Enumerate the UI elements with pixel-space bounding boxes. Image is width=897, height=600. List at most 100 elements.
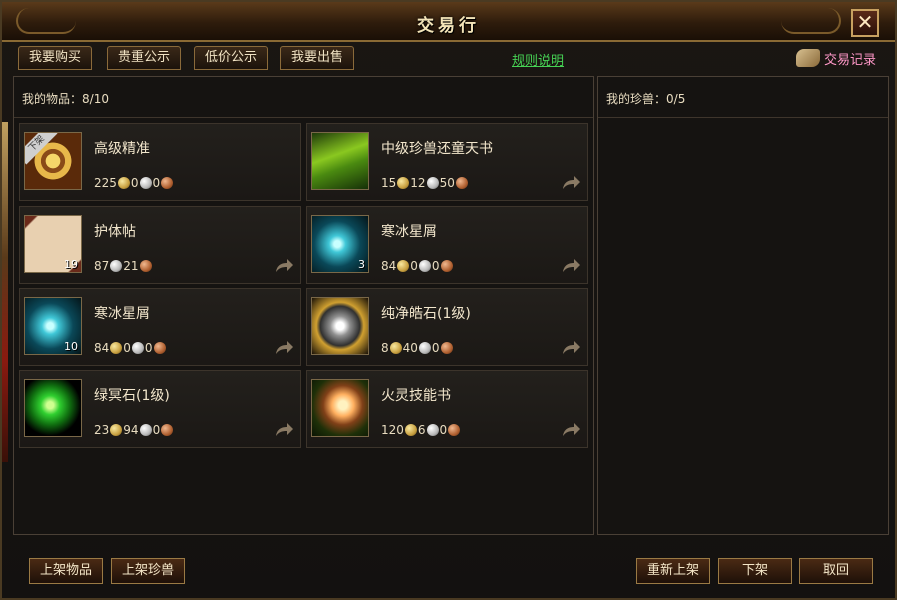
- gold-coin-icon: [389, 342, 402, 354]
- item-name: 寒冰星屑: [94, 306, 150, 322]
- gold-coin-icon: [117, 177, 130, 189]
- item-name: 寒冰星屑: [381, 224, 437, 240]
- side-decoration: [2, 122, 8, 462]
- gold-amount: 84: [381, 259, 397, 273]
- share-arrow-icon[interactable]: [274, 421, 294, 437]
- silver-amount: 0: [130, 176, 139, 190]
- item-card[interactable]: 中级珍兽还童天书 15 12 50: [306, 123, 588, 201]
- silver-coin-icon: [426, 177, 439, 189]
- silver-coin-icon: [418, 342, 431, 354]
- my-pets-count: 0/5: [666, 92, 686, 106]
- item-price: 8400: [381, 341, 454, 355]
- delist-button[interactable]: 下架: [718, 558, 792, 584]
- tab-low-price[interactable]: 低价公示: [194, 46, 269, 70]
- copper-amount: 0: [431, 341, 440, 355]
- item-stack-count: 3: [358, 258, 365, 271]
- trade-window: 交易行 ✕ 我要购买 贵重公示 低价公示 我要出售 规则说明 交易记录 我的物品…: [0, 0, 897, 600]
- tab-valuables[interactable]: 贵重公示: [107, 46, 182, 70]
- title-bar: 交易行 ✕: [2, 2, 895, 42]
- silver-coin-icon: [426, 424, 439, 436]
- trade-history-label: 交易记录: [824, 52, 877, 68]
- silver-coin-icon: [131, 342, 144, 354]
- my-items-label: 我的物品：: [22, 92, 83, 106]
- ice-shard-icon[interactable]: 3: [311, 215, 369, 273]
- gold-coin-icon: [110, 424, 123, 436]
- item-card[interactable]: 绿冥石(1级) 23 94 0: [19, 370, 301, 448]
- silver-coin-icon: [139, 177, 152, 189]
- silver-amount: 0: [410, 259, 418, 273]
- silver-amount: 12: [410, 176, 426, 190]
- item-stack-count: 10: [64, 340, 78, 353]
- item-card[interactable]: 3 寒冰星屑 84 0 0: [306, 206, 588, 284]
- item-price: 15 12 50: [381, 176, 469, 190]
- item-price: 225 0 0: [94, 176, 174, 190]
- retrieve-button[interactable]: 取回: [799, 558, 873, 584]
- item-name: 火灵技能书: [381, 388, 451, 404]
- item-stack-count: 19: [64, 258, 78, 271]
- tab-buy[interactable]: 我要购买: [18, 46, 93, 70]
- item-card[interactable]: 纯净皓石(1级) 8 40 0: [306, 288, 588, 366]
- share-arrow-icon[interactable]: [561, 339, 581, 355]
- tab-sell[interactable]: 我要出售: [280, 46, 355, 70]
- gold-coin-icon: [397, 260, 410, 272]
- item-card[interactable]: 10 寒冰星屑 84 0 0: [19, 288, 301, 366]
- relist-button[interactable]: 重新上架: [636, 558, 710, 584]
- silver-amount: 6: [417, 423, 426, 437]
- gold-coin-icon: [110, 342, 123, 354]
- my-pets-label: 我的珍兽：: [606, 92, 667, 106]
- rules-link[interactable]: 规则说明: [512, 50, 564, 69]
- copper-coin-icon: [455, 177, 468, 189]
- copper-coin-icon: [440, 342, 453, 354]
- ice-shard-icon[interactable]: 10: [24, 297, 82, 355]
- gold-amount: 225: [94, 176, 117, 190]
- green-gem-icon[interactable]: [24, 379, 82, 437]
- copper-amount: 0: [144, 341, 153, 355]
- my-pets-header: 我的珍兽：0/5: [598, 77, 888, 118]
- item-price: 8400: [94, 341, 167, 355]
- gold-coin-icon: [404, 424, 417, 436]
- share-arrow-icon[interactable]: [561, 421, 581, 437]
- gold-coin-icon: [397, 177, 410, 189]
- my-items-header: 我的物品：8/10: [14, 77, 593, 118]
- copper-coin-icon: [161, 177, 174, 189]
- compass-icon[interactable]: 下架: [24, 132, 82, 190]
- item-card[interactable]: 下架 高级精准 225 0 0: [19, 123, 301, 201]
- gold-amount: 15: [381, 176, 397, 190]
- silver-amount: 87: [94, 259, 110, 273]
- trade-history-button[interactable]: 交易记录: [796, 46, 876, 70]
- item-card[interactable]: 火灵技能书 120 6 0: [306, 370, 588, 448]
- share-arrow-icon[interactable]: [274, 257, 294, 273]
- scroll-book-icon[interactable]: [311, 132, 369, 190]
- item-price: 23 94 0: [94, 423, 174, 437]
- close-button[interactable]: ✕: [851, 9, 879, 37]
- share-arrow-icon[interactable]: [561, 257, 581, 273]
- share-arrow-icon[interactable]: [561, 174, 581, 190]
- parchment-icon[interactable]: 19: [24, 215, 82, 273]
- item-card[interactable]: 19 护体帖 87 21: [19, 206, 301, 284]
- list-item-button[interactable]: 上架物品: [29, 558, 103, 584]
- copper-coin-icon: [161, 424, 174, 436]
- gold-amount: 120: [381, 423, 404, 437]
- item-price: 84 00: [381, 259, 454, 273]
- window-title: 交易行: [417, 16, 480, 36]
- copper-amount: 50: [439, 176, 455, 190]
- fire-crystal-icon[interactable]: [311, 379, 369, 437]
- gold-amount: 84: [94, 341, 110, 355]
- diamond-icon[interactable]: [311, 297, 369, 355]
- silver-coin-icon: [110, 260, 123, 272]
- share-arrow-icon[interactable]: [274, 339, 294, 355]
- gold-amount: 23: [94, 423, 110, 437]
- silver-amount: 94: [123, 423, 139, 437]
- item-name: 纯净皓石(1级): [381, 306, 471, 322]
- item-name: 护体帖: [94, 224, 136, 240]
- item-price: 120 6 0: [381, 423, 461, 437]
- copper-amount: 0: [431, 259, 440, 273]
- item-name: 高级精准: [94, 141, 150, 157]
- copper-amount: 0: [152, 423, 161, 437]
- list-pet-button[interactable]: 上架珍兽: [111, 558, 185, 584]
- my-items-count: 8/10: [82, 92, 109, 106]
- silver-amount: 40: [402, 341, 418, 355]
- item-price: 87 21: [94, 259, 153, 273]
- copper-coin-icon: [448, 424, 461, 436]
- copper-amount: 21: [123, 259, 139, 273]
